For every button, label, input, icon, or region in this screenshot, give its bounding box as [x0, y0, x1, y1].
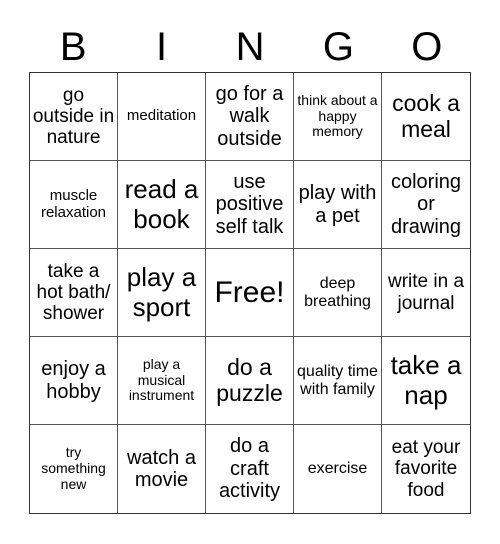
bingo-cell[interactable]: deep breathing [294, 249, 382, 337]
bingo-cell[interactable]: exercise [294, 425, 382, 513]
bingo-header: B I N G O [29, 22, 471, 72]
bingo-grid: go outside in nature meditation go for a… [29, 72, 471, 514]
free-space[interactable]: Free! [206, 249, 294, 337]
header-letter-b: B [59, 25, 87, 69]
bingo-cell[interactable]: meditation [118, 73, 206, 161]
bingo-cell[interactable]: eat your favorite food [382, 425, 470, 513]
bingo-cell[interactable]: go for a walk outside [206, 73, 294, 161]
bingo-cell[interactable]: do a puzzle [206, 337, 294, 425]
bingo-cell[interactable]: take a hot bath/ shower [30, 249, 118, 337]
bingo-cell[interactable]: do a craft activity [206, 425, 294, 513]
bingo-cell[interactable]: read a book [118, 161, 206, 249]
bingo-cell[interactable]: coloring or drawing [382, 161, 470, 249]
bingo-cell[interactable]: go outside in nature [30, 73, 118, 161]
header-letter-n: N [235, 25, 265, 69]
bingo-cell[interactable]: cook a meal [382, 73, 470, 161]
bingo-cell[interactable]: write in a journal [382, 249, 470, 337]
bingo-cell[interactable]: try something new [30, 425, 118, 513]
bingo-cell[interactable]: take a nap [382, 337, 470, 425]
bingo-cell[interactable]: play with a pet [294, 161, 382, 249]
bingo-cell[interactable]: use positive self talk [206, 161, 294, 249]
bingo-cell[interactable]: watch a movie [118, 425, 206, 513]
header-letter-i: I [156, 25, 168, 69]
header-letter-g: G [322, 25, 354, 69]
bingo-cell[interactable]: play a musical instrument [118, 337, 206, 425]
bingo-cell[interactable]: play a sport [118, 249, 206, 337]
bingo-cell[interactable]: think about a happy memory [294, 73, 382, 161]
bingo-cell[interactable]: muscle relaxation [30, 161, 118, 249]
bingo-cell[interactable]: enjoy a hobby [30, 337, 118, 425]
header-letter-o: O [411, 25, 443, 69]
bingo-cell[interactable]: quality time with family [294, 337, 382, 425]
